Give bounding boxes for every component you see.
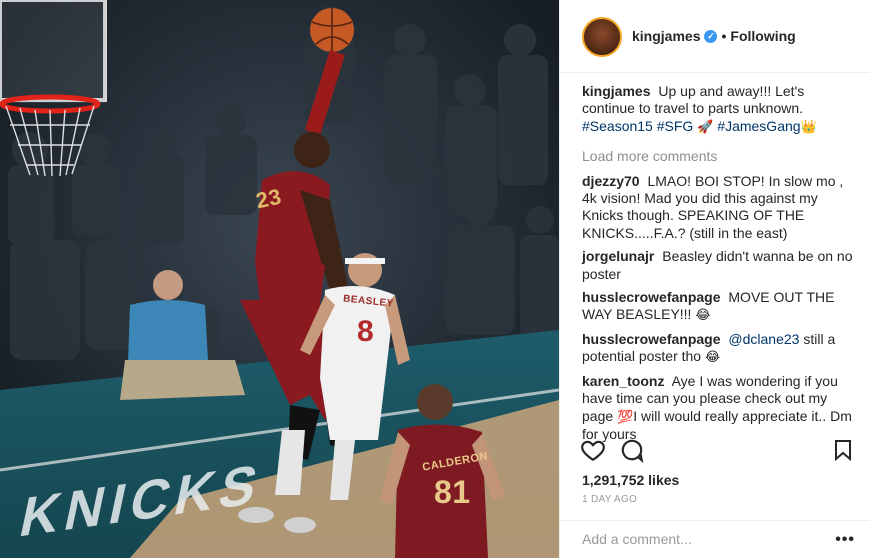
defender-jersey-number: 8: [357, 315, 375, 348]
comment-item: karen_toonz Aye I was wondering if you h…: [582, 373, 858, 444]
photo-illustration: [0, 0, 559, 558]
post-photo[interactable]: 23 BEASLEY 8 CALDERON 81 KNICKS: [0, 0, 559, 558]
bookmark-icon[interactable]: [831, 437, 859, 465]
hundred-emoji-icon: 💯: [617, 409, 634, 425]
post-timestamp: 1 DAY AGO: [582, 494, 638, 505]
hashtag-sfg[interactable]: #SFG: [657, 118, 694, 134]
crown-emoji-icon: 👑: [800, 119, 817, 135]
add-comment-bar: •••: [560, 520, 870, 558]
comment-item: husslecrowefanpage MOVE OUT THE WAY BEAS…: [582, 289, 858, 325]
rocket-emoji-icon: 🚀: [697, 119, 714, 135]
jersey-back-number: 81: [434, 474, 471, 510]
add-comment-input[interactable]: [582, 531, 822, 547]
comment-username[interactable]: husslecrowefanpage: [582, 331, 721, 347]
comment-mention[interactable]: @dclane23: [728, 331, 799, 347]
post-header: kingjames ✓ • Following: [560, 0, 870, 73]
following-button[interactable]: Following: [730, 28, 795, 44]
load-more-comments-link[interactable]: Load more comments: [582, 148, 858, 165]
laughing-emoji-icon: 😂: [695, 308, 711, 324]
comment-item: djezzy70 LMAO! BOI STOP! In slow mo , 4k…: [582, 173, 858, 243]
comment-username[interactable]: jorgelunajr: [582, 248, 654, 264]
comments-list: kingjames Up up and away!!! Let's contin…: [582, 83, 858, 449]
comment-item: husslecrowefanpage @dclane23 still a pot…: [582, 331, 858, 367]
laughing-emoji-icon: 😂: [704, 350, 721, 366]
hashtag-season15[interactable]: #Season15: [582, 118, 653, 134]
caption-username[interactable]: kingjames: [582, 83, 650, 99]
header-user-row: kingjames ✓ • Following: [632, 28, 796, 44]
header-username[interactable]: kingjames: [632, 28, 700, 44]
avatar[interactable]: [582, 17, 622, 57]
separator-dot: •: [721, 28, 727, 44]
post-detail-panel: kingjames ✓ • Following kingjames Up up …: [559, 0, 870, 558]
more-options-icon[interactable]: •••: [835, 531, 855, 549]
comment-username[interactable]: husslecrowefanpage: [582, 289, 721, 305]
likes-count[interactable]: 1,291,752 likes: [582, 472, 679, 488]
comment-username[interactable]: djezzy70: [582, 173, 640, 189]
action-bar: [560, 437, 870, 469]
caption: kingjames Up up and away!!! Let's contin…: [582, 83, 858, 136]
comment-item: jorgelunajr Beasley didn't wanna be on n…: [582, 248, 858, 283]
comment-bubble-icon[interactable]: [619, 437, 647, 465]
hashtag-jamesgang[interactable]: #JamesGang: [717, 118, 800, 134]
verified-badge-icon: ✓: [704, 29, 718, 43]
comment-username[interactable]: karen_toonz: [582, 373, 664, 389]
heart-icon[interactable]: [580, 437, 608, 465]
jersey-front-number: 23: [253, 183, 284, 214]
